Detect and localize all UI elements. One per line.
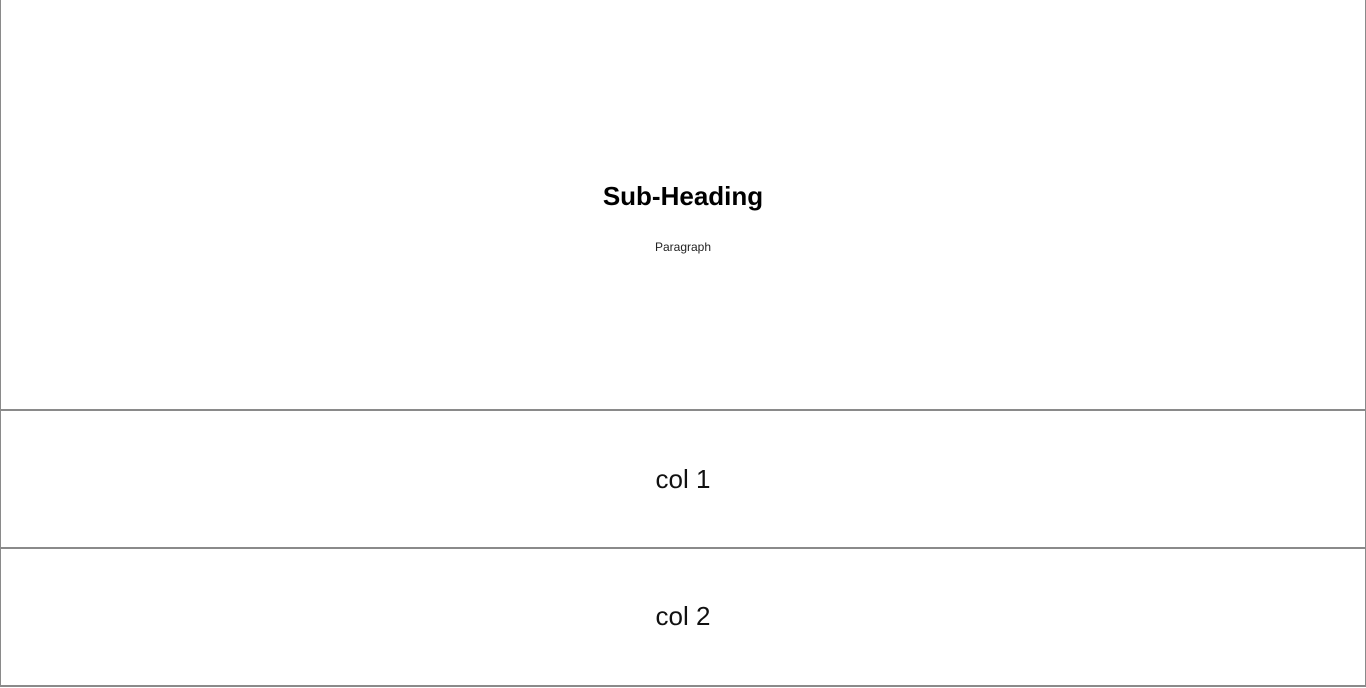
- hero-section: Sub-Heading Paragraph: [0, 0, 1366, 411]
- column-2-label: col 2: [655, 601, 711, 631]
- column-1: col 1: [0, 411, 1366, 549]
- sub-heading: Sub-Heading: [602, 181, 764, 211]
- paragraph-text: Paragraph: [654, 240, 712, 254]
- column-2: col 2: [0, 549, 1366, 687]
- page: Sub-Heading Paragraph col 1 col 2: [0, 0, 1366, 688]
- column-1-label: col 1: [655, 464, 711, 494]
